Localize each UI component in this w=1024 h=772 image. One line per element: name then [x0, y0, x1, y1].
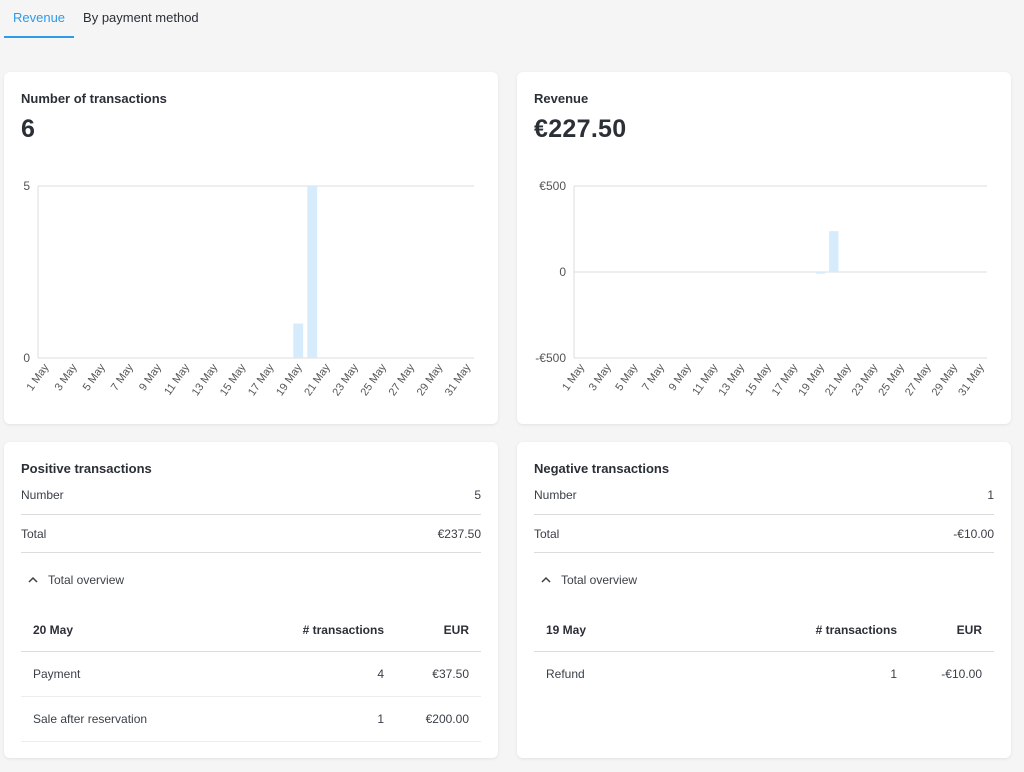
- card-title: Negative transactions: [534, 461, 670, 476]
- total-value: €237.50: [437, 527, 481, 541]
- bar[interactable]: [307, 186, 318, 358]
- x-tick-label: 19 May: [274, 361, 305, 398]
- x-tick-label: 13 May: [716, 361, 747, 398]
- x-tick-label: 3 May: [53, 361, 80, 393]
- x-tick-label: 7 May: [640, 361, 667, 393]
- chevron-up-icon: [28, 576, 38, 583]
- date-header: 19 May: [546, 623, 587, 637]
- bar[interactable]: [293, 323, 304, 358]
- row-amount: -€10.00: [941, 667, 982, 681]
- total-overview-toggle[interactable]: Total overview: [28, 573, 124, 587]
- x-tick-label: 17 May: [770, 361, 801, 398]
- y-tick-label: €500: [539, 179, 566, 193]
- tab-revenue[interactable]: Revenue: [4, 0, 75, 38]
- number-label: Number: [21, 488, 64, 502]
- table-row: Sale after reservation 1 €200.00: [21, 697, 481, 742]
- x-tick-label: 13 May: [190, 361, 221, 398]
- x-tick-label: 25 May: [876, 361, 907, 398]
- x-tick-label: 9 May: [137, 361, 164, 393]
- transactions-chart: 501 May 3 May 5 May 7 May 9 May11 May13 May1…: [23, 179, 474, 398]
- x-tick-label: 31 May: [956, 361, 987, 398]
- x-tick-label: 1 May: [24, 361, 51, 393]
- currency-header: EUR: [956, 623, 982, 637]
- overview-table: 20 May # transactions EUR Payment 4 €37.…: [21, 608, 481, 742]
- tab-by-payment-method[interactable]: By payment method: [74, 0, 208, 38]
- row-label: Sale after reservation: [33, 712, 148, 726]
- y-tick-label: 0: [559, 265, 566, 279]
- date-header: 20 May: [33, 623, 74, 637]
- row-amount: €37.50: [432, 667, 469, 681]
- row-count: 1: [377, 712, 384, 726]
- total-overview-toggle[interactable]: Total overview: [541, 573, 637, 587]
- bar[interactable]: [829, 231, 839, 272]
- negative-transactions-card: Negative transactions Number 1 Total -€1…: [517, 442, 1011, 758]
- revenue-chart: €5000-€5001 May 3 May 5 May 7 May 9 May11 Ma…: [535, 179, 987, 398]
- overview-table: 19 May # transactions EUR Refund 1 -€10.…: [534, 608, 994, 697]
- tab-bar: Revenue By payment method: [4, 0, 208, 38]
- total-label: Total: [534, 527, 560, 541]
- revenue-card: Revenue €227.50 €500 0 -€500 1 May 3 May 5 Ma…: [517, 72, 1011, 424]
- number-value: 5: [474, 488, 481, 502]
- x-tick-label: 25 May: [359, 361, 390, 398]
- x-tick-label: 29 May: [415, 361, 446, 398]
- y-tick-label: -€500: [535, 351, 566, 365]
- x-tick-label: 29 May: [930, 361, 961, 398]
- x-tick-label: 21 May: [302, 361, 333, 398]
- bar[interactable]: [815, 272, 826, 274]
- x-tick-label: 23 May: [330, 361, 361, 398]
- x-tick-label: 9 May: [667, 361, 694, 393]
- total-overview-label: Total overview: [561, 573, 638, 587]
- x-tick-label: 21 May: [823, 361, 854, 398]
- table-row: Payment 4 €37.50: [21, 652, 481, 697]
- row-label: Payment: [33, 667, 81, 681]
- x-tick-label: 15 May: [218, 361, 249, 398]
- chevron-up-icon: [541, 576, 551, 583]
- positive-transactions-card: Positive transactions Number 5 Total €23…: [4, 442, 498, 758]
- table-header: 19 May # transactions EUR: [534, 608, 994, 652]
- transactions-header: # transactions: [302, 623, 384, 637]
- x-tick-label: 7 May: [109, 361, 136, 393]
- x-tick-label: 27 May: [903, 361, 934, 398]
- x-tick-label: 19 May: [796, 361, 827, 398]
- row-label: Refund: [546, 667, 585, 681]
- y-tick-label: 5: [23, 179, 30, 193]
- number-value: 1: [987, 488, 994, 502]
- x-tick-label: 27 May: [387, 361, 418, 398]
- row-count: 4: [377, 667, 384, 681]
- number-row: Number 5: [21, 482, 481, 515]
- x-tick-label: 3 May: [587, 361, 614, 393]
- x-tick-label: 17 May: [246, 361, 277, 398]
- number-row: Number 1: [534, 482, 994, 515]
- row-count: 1: [890, 667, 897, 681]
- x-tick-label: 5 May: [613, 361, 640, 393]
- table-row: Refund 1 -€10.00: [534, 652, 994, 697]
- table-header: 20 May # transactions EUR: [21, 608, 481, 652]
- x-tick-label: 11 May: [162, 361, 192, 397]
- card-title: Positive transactions: [21, 461, 152, 476]
- total-row: Total -€10.00: [534, 515, 994, 553]
- x-tick-label: 31 May: [443, 361, 474, 398]
- y-tick-label: 0: [23, 351, 30, 365]
- total-row: Total €237.50: [21, 515, 481, 553]
- x-tick-label: 5 May: [81, 361, 108, 393]
- transactions-card: Number of transactions 6 501 May 3 May 5 M…: [4, 72, 498, 424]
- currency-header: EUR: [443, 623, 469, 637]
- x-tick-label: 1 May: [560, 361, 587, 393]
- total-overview-label: Total overview: [48, 573, 125, 587]
- row-amount: €200.00: [425, 712, 469, 726]
- total-label: Total: [21, 527, 47, 541]
- x-tick-label: 15 May: [743, 361, 774, 398]
- total-value: -€10.00: [953, 527, 994, 541]
- number-label: Number: [534, 488, 577, 502]
- transactions-header: # transactions: [815, 623, 897, 637]
- x-tick-label: 23 May: [850, 361, 881, 398]
